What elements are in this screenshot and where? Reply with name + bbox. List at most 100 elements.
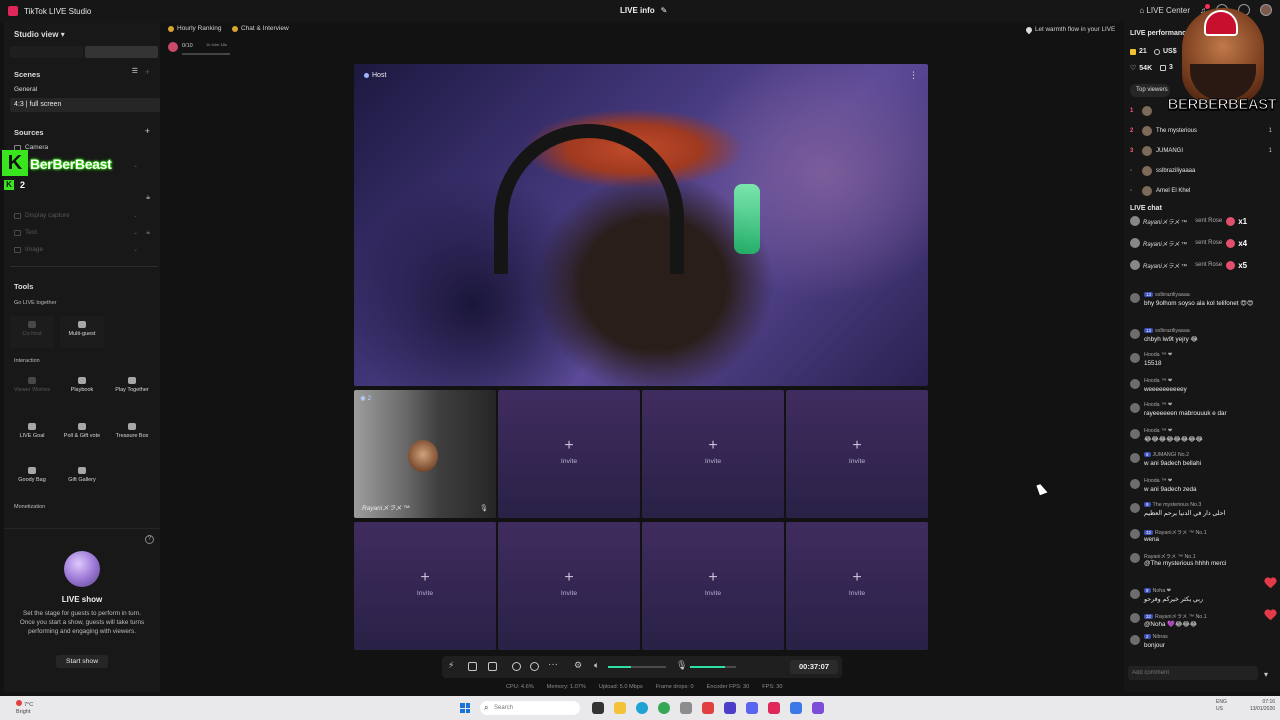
add-scene-icon[interactable]: + [145,67,150,77]
guest-tile[interactable]: ◉ 2 Rayaniメラメ ™ 🎙︎ [354,390,496,518]
chat-message[interactable]: 32 Rayaniメラメ ™ No.1 @Noha 💜😂😂😂 [1128,612,1278,634]
edge-icon[interactable] [636,702,648,714]
landscape-view-button[interactable] [85,46,158,58]
warmth-banner[interactable]: Let warmth flow in your LIVE [1024,25,1115,34]
app-icon-gray[interactable] [680,702,692,714]
chat-username-text: sslbraziliyaaaa [1155,292,1190,298]
studio-view-dropdown[interactable]: Studio view ▾ [14,30,65,39]
cohost-tool[interactable]: Co-host [10,316,54,348]
file-explorer-icon[interactable] [614,702,626,714]
source-item-image[interactable]: Image [14,246,43,253]
lock-icon[interactable]: 🔒︎ [146,229,150,237]
chat-text: w ani 9adech zeda [1144,486,1197,493]
weather-widget[interactable]: 7°C Bright [16,700,33,716]
add-source-icon[interactable]: + [145,126,150,136]
chevron-down-icon[interactable]: ⌄ [133,229,138,236]
hourly-ranking-chip[interactable]: Hourly Ranking [168,25,221,32]
chat-message[interactable]: 8 Noha ❤ ربي يكثر خيركم وفرحو [1128,588,1278,610]
send-icon[interactable]: ▾ [1264,670,1268,679]
app-icon-violet[interactable] [812,702,824,714]
invite-slot[interactable]: + Invite [498,390,640,518]
avatar [1130,379,1140,389]
chat-message[interactable]: 9 The mysterious No.3 احلى دار في الدنيا ي… [1128,502,1278,524]
ranking-row[interactable]: 3 JUMANGI 1 [1130,144,1276,158]
live-goal-tool[interactable]: LIVE Goal [10,418,54,450]
source-item-display-capture[interactable]: Display capture [14,212,70,219]
goody-bag-tool[interactable]: Goody Bag [10,462,54,494]
live-info-button[interactable]: LIVE info ✎ [620,6,667,15]
layout-icon[interactable] [468,662,477,671]
invite-slot[interactable]: + Invite [642,390,784,518]
windows-start-icon[interactable] [460,703,470,713]
speaker-volume-slider[interactable] [608,666,666,668]
screen-share-icon[interactable] [488,662,497,671]
magic-wand-icon[interactable]: ⚡︎ [448,660,457,670]
app-icon-terminal[interactable] [592,702,604,714]
ranking-row[interactable]: - sslbraziliyaaaa [1130,164,1276,178]
app-icon-blue[interactable] [790,702,802,714]
source-item-text[interactable]: Text [14,229,37,236]
chat-message[interactable]: 13 sslbraziliyaaaa bhy 9olhom soyso ala ko… [1128,292,1278,314]
invite-slot[interactable]: + Invite [642,522,784,650]
list-icon[interactable]: ☰ [132,67,138,75]
playbook-tool[interactable]: Playbook [60,372,104,404]
language-indicator[interactable]: ENG US [1216,699,1227,713]
add-comment-input[interactable] [1128,666,1258,680]
invite-slot[interactable]: + Invite [354,522,496,650]
chat-username: 8 Noha ❤ [1144,588,1171,594]
gift-gallery-tool[interactable]: Gift Gallery [60,462,104,494]
chat-icon [232,25,238,32]
tiktok-studio-taskbar-icon[interactable] [768,702,780,714]
discord-icon[interactable] [746,702,758,714]
speaker-volume-fill [608,666,632,668]
chat-message[interactable]: Hooda ™ ❤ 15518 [1128,352,1278,374]
mic-volume-slider[interactable] [690,666,736,668]
portrait-view-button[interactable] [10,46,83,58]
chat-message[interactable]: Hooda ™ ❤ w ani 9adech zeda [1128,478,1278,500]
chevron-down-icon[interactable]: ⌄ [133,212,138,219]
multiguest-tool[interactable]: Multi-guest [60,316,104,348]
viewer-wishes-tool[interactable]: Viewer Wishes [10,372,54,404]
host-video[interactable]: Host ⋮ [354,64,928,386]
chevron-down-icon[interactable]: ⌄ [133,162,138,169]
poll-gift-vote-tool[interactable]: Poll & Gift vote [60,418,104,450]
rose-goal-widget[interactable]: 0/10 1h 44m 18s [166,40,232,58]
more-icon[interactable]: ··· [548,659,558,670]
help-icon[interactable]: ? [145,535,154,544]
lock-icon[interactable]: 🔒︎ [146,194,150,202]
chat-message[interactable]: 2 Nibras bonjour [1128,634,1278,656]
invite-slot[interactable]: + Invite [786,390,928,518]
speaker-icon[interactable]: 🔈︎ [594,660,603,670]
chat-message[interactable]: 13 sslbraziliyaaaa chbyh lw9t yejry 😂 [1128,328,1278,350]
view-toggle[interactable] [10,46,158,58]
chat-message[interactable]: Hooda ™ ❤ rayeeeeeen mabrouuuk e dar [1128,402,1278,424]
chat-interview-chip[interactable]: Chat & Interview [232,25,289,32]
host-tag: Host [364,72,386,79]
chat-message[interactable]: Hooda ™ ❤ 😂😂😂😂😂😂😂😂 [1128,428,1278,450]
chat-message[interactable]: 6 JUMANGI No.2 w ani 9adech bellahi [1128,452,1278,474]
taskbar-search-input[interactable]: Search [480,701,580,715]
treasure-box-tool[interactable]: Treasure Box [110,418,154,450]
start-show-button[interactable]: Start show [56,655,109,668]
chat-message[interactable]: Hooda ™ ❤ weeeeeeeeeey [1128,378,1278,400]
invite-slot[interactable]: + Invite [498,522,640,650]
chevron-down-icon[interactable]: ⌄ [133,246,138,253]
chrome-icon[interactable] [658,702,670,714]
ranking-row[interactable]: - Amel El Khel [1130,184,1276,198]
mic-icon[interactable]: 🎙︎ [480,504,488,512]
invite-slot[interactable]: + Invite [786,522,928,650]
microphone-icon[interactable]: 🎙︎ [676,660,687,670]
mixer-icon[interactable]: ⚙︎ [574,660,583,670]
chat-message[interactable]: Rayaniメラメ ™ No.1 @The mysterious hhhh mer… [1128,552,1278,574]
app-icon-red[interactable] [702,702,714,714]
scene-item[interactable]: 4:3 | full screen [10,98,160,112]
record-icon[interactable] [512,662,521,671]
effects-icon[interactable] [530,662,539,671]
plus-icon: + [708,569,718,586]
more-options-icon[interactable]: ⋮ [909,70,918,81]
app-icon-purple[interactable] [724,702,736,714]
system-clock[interactable]: 07:16 13/01/2026 [1250,699,1275,713]
live-show-card: ? LIVE show Set the stage for guests to … [4,528,160,692]
play-together-tool[interactable]: Play Together [110,372,154,404]
chat-message[interactable]: 32 Rayaniメラメ ™ No.1 wena [1128,528,1278,550]
